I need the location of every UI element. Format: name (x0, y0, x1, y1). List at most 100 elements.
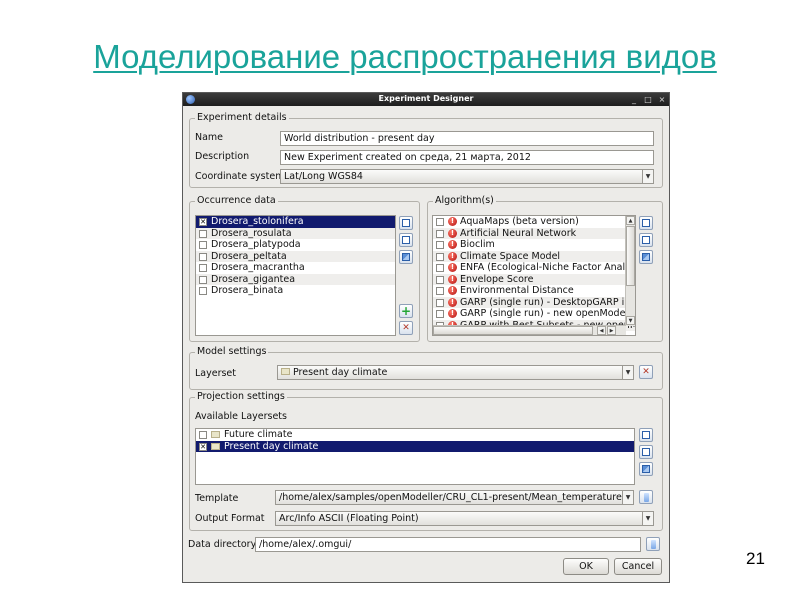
scroll-up-icon[interactable]: ▲ (626, 216, 635, 225)
select-all-icon[interactable] (399, 216, 413, 230)
layerset-item[interactable]: Future climate (196, 429, 634, 441)
algorithm-item[interactable]: ! Artificial Neural Network (433, 227, 635, 239)
name-label: Name (195, 132, 224, 143)
occurrence-item[interactable]: Drosera_gigantea (196, 273, 395, 285)
algorithm-vertical-scrollbar[interactable]: ▲ ▼ (625, 216, 635, 326)
occurrence-item[interactable]: Drosera_platypoda (196, 239, 395, 251)
algorithm-item-label: GARP (single run) - new openModeller imp… (460, 308, 636, 319)
layerset-select[interactable]: Present day climate ▼ (277, 365, 634, 380)
occurrence-item-label: Drosera_macrantha (211, 262, 305, 273)
minimize-icon[interactable]: _ (629, 93, 639, 106)
cancel-button[interactable]: Cancel (614, 558, 662, 575)
checkbox[interactable] (436, 218, 444, 226)
chevron-down-icon[interactable]: ▼ (642, 170, 653, 183)
algorithm-item-label: GARP (single run) - DesktopGARP implemen… (460, 296, 635, 308)
error-icon: ! (448, 217, 457, 226)
algorithm-item[interactable]: !GARP (single run) - DesktopGARP impleme… (433, 296, 635, 308)
tools-glyph: ✕ (402, 323, 410, 333)
close-icon[interactable]: × (657, 93, 667, 106)
checkbox[interactable] (436, 298, 444, 307)
checkbox[interactable] (199, 287, 207, 295)
error-icon: ! (448, 251, 457, 261)
layerset-tools-icon[interactable]: ✕ (639, 365, 653, 379)
error-icon: ! (448, 240, 457, 249)
occurrence-item[interactable]: Drosera_peltata (196, 250, 395, 262)
checkbox[interactable]: ✕ (199, 442, 207, 451)
window-titlebar[interactable]: Experiment Designer _ □ × (183, 93, 669, 106)
scroll-left-icon[interactable]: ◀ (597, 326, 606, 335)
layerset-select-none-glyph (642, 448, 650, 456)
algorithm-select-all-icon[interactable] (639, 216, 653, 230)
algorithm-select-none-icon[interactable] (639, 233, 653, 247)
layerset-item-label: Future climate (224, 429, 293, 440)
checkbox[interactable] (199, 229, 207, 238)
checkbox[interactable] (436, 310, 444, 318)
checkbox[interactable] (436, 241, 444, 249)
select-none-icon[interactable] (399, 233, 413, 247)
checkbox[interactable] (436, 252, 444, 261)
add-icon[interactable]: + (399, 304, 413, 318)
tools-icon[interactable]: ✕ (399, 321, 413, 335)
algorithm-item[interactable]: ! Bioclim (433, 239, 635, 251)
chevron-down-icon[interactable]: ▼ (622, 491, 633, 504)
invert-selection-icon[interactable] (399, 250, 413, 264)
checkbox[interactable] (436, 287, 444, 295)
template-select[interactable]: /home/alex/samples/openModeller/CRU_CL1-… (275, 490, 634, 505)
hscroll-thumb[interactable] (433, 326, 593, 335)
algorithm-horizontal-scrollbar[interactable]: ◀ ▶ (433, 325, 626, 335)
layerset-select-none-icon[interactable] (639, 445, 653, 459)
layerset-item-label: Present day climate (224, 440, 319, 452)
occurrence-item[interactable]: Drosera_macrantha (196, 262, 395, 274)
checkbox[interactable] (436, 275, 444, 284)
error-icon: ! (448, 309, 457, 318)
scroll-thumb[interactable] (626, 226, 635, 286)
checkbox[interactable] (199, 252, 207, 261)
name-field[interactable]: World distribution - present day (280, 131, 654, 146)
checkbox[interactable] (199, 275, 207, 284)
checkbox[interactable] (199, 264, 207, 272)
checkbox[interactable] (199, 431, 207, 439)
ok-button[interactable]: OK (563, 558, 609, 575)
data-directory-info-icon[interactable] (646, 537, 660, 551)
scroll-down-icon[interactable]: ▼ (626, 316, 635, 325)
algorithm-item[interactable]: ! AquaMaps (beta version) (433, 216, 635, 228)
algorithm-item[interactable]: ! Environmental Distance (433, 285, 635, 297)
algorithm-item-label: Climate Space Model (460, 250, 561, 262)
available-layersets-list[interactable]: Future climate ✕ Present day climate (195, 428, 635, 485)
layerset-select-all-icon[interactable] (639, 428, 653, 442)
template-value: /home/alex/samples/openModeller/CRU_CL1-… (279, 492, 634, 503)
data-directory-field[interactable]: /home/alex/.omgui/ (255, 537, 641, 552)
checkbox[interactable] (199, 241, 207, 249)
occurrence-item[interactable]: Drosera_rosulata (196, 227, 395, 239)
output-format-value: Arc/Info ASCII (Floating Point) (279, 513, 419, 524)
maximize-icon[interactable]: □ (643, 93, 653, 106)
algorithm-item[interactable]: ! ENFA (Ecological-Niche Factor Analysis) (433, 262, 635, 274)
occurrence-item-label: Drosera_binata (211, 285, 284, 296)
error-icon: ! (448, 297, 457, 307)
layerset-item[interactable]: ✕ Present day climate (196, 440, 634, 452)
chevron-down-icon[interactable]: ▼ (622, 366, 633, 379)
scroll-right-icon[interactable]: ▶ (607, 326, 616, 335)
window-title: Experiment Designer (378, 94, 474, 103)
checkbox[interactable] (436, 264, 444, 272)
algorithm-item[interactable]: !GARP (single run) - new openModeller im… (433, 308, 635, 320)
slide-title[interactable]: Моделирование распространения видов (0, 38, 800, 76)
occurrence-item[interactable]: ✕ Drosera_stolonifera (196, 216, 395, 228)
description-field[interactable]: New Experiment created on среда, 21 март… (280, 150, 654, 165)
algorithm-item[interactable]: ! Envelope Score (433, 273, 635, 285)
occurrence-item[interactable]: Drosera_binata (196, 285, 395, 297)
occurrence-list[interactable]: ✕ Drosera_stolonifera Drosera_rosulata Dros… (195, 215, 396, 336)
algorithm-list[interactable]: ! AquaMaps (beta version)! Artificial Neur… (432, 215, 636, 336)
output-format-select[interactable]: Arc/Info ASCII (Floating Point) ▼ (275, 511, 654, 526)
chevron-down-icon[interactable]: ▼ (642, 512, 653, 525)
checkbox[interactable]: ✕ (199, 218, 207, 226)
coordinate-system-select[interactable]: Lat/Long WGS84 ▼ (280, 169, 654, 184)
algorithm-item-label: AquaMaps (beta version) (460, 216, 579, 227)
error-icon: ! (448, 263, 457, 272)
checkbox[interactable] (436, 229, 444, 238)
plus-glyph: + (400, 304, 412, 318)
layerset-invert-icon[interactable] (639, 462, 653, 476)
algorithm-invert-icon[interactable] (639, 250, 653, 264)
algorithm-item[interactable]: ! Climate Space Model (433, 250, 635, 262)
template-info-icon[interactable] (639, 490, 653, 504)
